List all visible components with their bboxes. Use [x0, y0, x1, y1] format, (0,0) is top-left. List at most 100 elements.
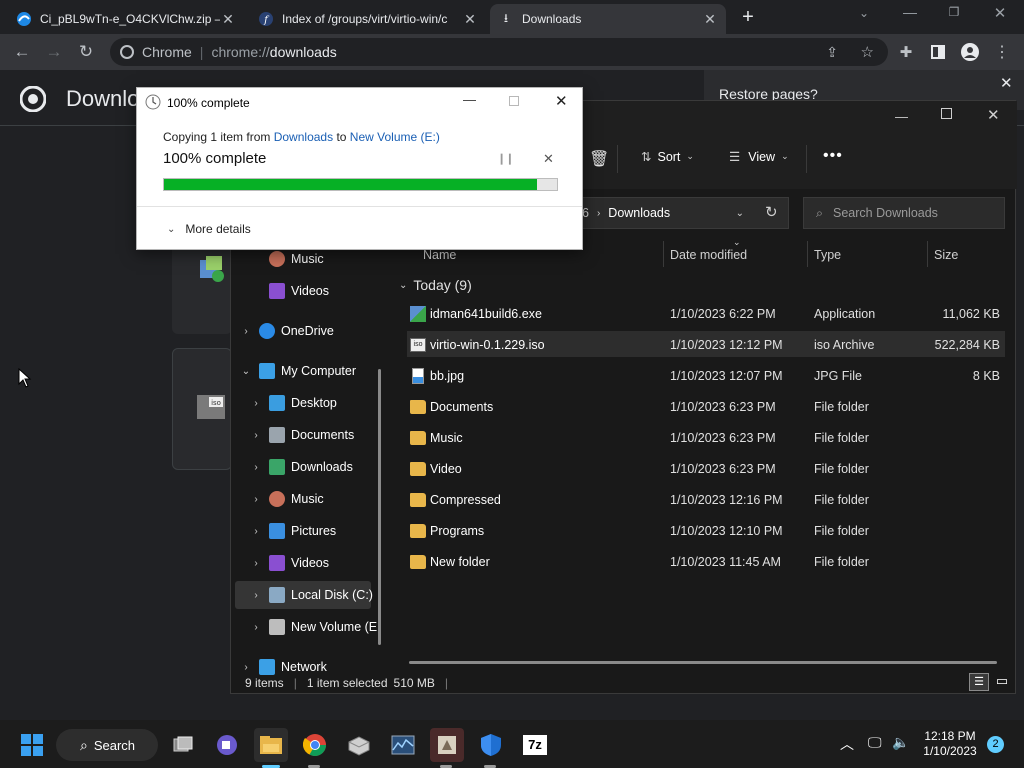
nav-item[interactable]: › Local Disk (C:)	[249, 581, 373, 609]
view-button[interactable]: ☰ View ⌄	[729, 149, 789, 165]
teams-chat-icon[interactable]	[210, 728, 244, 762]
tab-search-chevron-icon[interactable]: ⌄	[852, 6, 876, 26]
chevron-right-icon[interactable]: ›	[249, 462, 263, 473]
volume-icon[interactable]: 🔈	[892, 734, 909, 751]
chevron-right-icon[interactable]: ›	[249, 494, 263, 505]
divider[interactable]	[663, 241, 664, 267]
source-link[interactable]: Downloads	[274, 130, 333, 144]
close-icon[interactable]: ✕	[1000, 74, 1013, 92]
chevron-down-icon[interactable]: ⌄	[736, 208, 744, 219]
resource-monitor-icon[interactable]	[386, 728, 420, 762]
app-window-icon[interactable]	[430, 728, 464, 762]
nav-item[interactable]: ⌄ My Computer	[239, 357, 356, 385]
chevron-right-icon[interactable]: ›	[249, 526, 263, 537]
file-row[interactable]: Music 1/10/2023 6:23 PM File folder	[408, 424, 1004, 452]
package-app-icon[interactable]	[342, 728, 376, 762]
nav-item[interactable]: › Network	[239, 653, 327, 681]
taskbar-search[interactable]: ⌕ Search	[56, 729, 158, 761]
restore-button[interactable]: ❐	[942, 5, 966, 25]
pause-icon[interactable]: ❙❙	[497, 152, 514, 165]
nav-item[interactable]: › New Volume (E	[249, 613, 377, 641]
chrome-taskbar-icon[interactable]	[298, 728, 332, 762]
close-window-button[interactable]: ✕	[987, 106, 1000, 124]
nav-item[interactable]: › Pictures	[249, 517, 336, 545]
chevron-right-icon[interactable]: ›	[249, 398, 263, 409]
file-row[interactable]: Documents 1/10/2023 6:23 PM File folder	[408, 393, 1004, 421]
nav-item[interactable]: › Desktop	[249, 389, 337, 417]
tiles-view-icon[interactable]: ▭	[993, 673, 1011, 691]
close-icon[interactable]: ✕	[702, 11, 718, 28]
sort-button[interactable]: ⇅ Sort ⌄	[641, 149, 694, 165]
file-row[interactable]: Video 1/10/2023 6:23 PM File folder	[408, 455, 1004, 483]
file-row[interactable]: bb.jpg 1/10/2023 12:07 PM JPG File 8 KB	[408, 362, 1004, 390]
nav-item[interactable]: › Music	[249, 485, 324, 513]
close-window-button[interactable]: ✕	[555, 92, 568, 110]
file-explorer-taskbar-icon[interactable]	[254, 728, 288, 762]
nav-item[interactable]: › OneDrive	[239, 317, 334, 345]
cancel-icon[interactable]: ✕	[543, 151, 554, 167]
delete-icon[interactable]: 🗑	[589, 149, 609, 169]
file-row[interactable]: iso virtio-win-0.1.229.iso 1/10/2023 12:12…	[408, 331, 1004, 359]
nav-item[interactable]: Videos	[249, 277, 329, 305]
network-icon[interactable]: 🖵	[868, 734, 882, 751]
profile-icon[interactable]	[956, 34, 984, 70]
destination-link[interactable]: New Volume (E:)	[350, 130, 440, 144]
file-row[interactable]: idman641build6.exe 1/10/2023 6:22 PM Appli…	[408, 300, 1004, 328]
tray-overflow-chevron-icon[interactable]: ︿	[840, 734, 854, 754]
share-icon[interactable]: ⇪	[826, 44, 838, 61]
maximize-button[interactable]	[941, 108, 952, 119]
column-date[interactable]: Date modified	[670, 248, 747, 262]
details-view-icon[interactable]: ☰	[969, 673, 989, 691]
minimize-button[interactable]: —	[898, 4, 922, 24]
column-name[interactable]: Name	[423, 248, 456, 262]
column-size[interactable]: Size	[934, 248, 958, 262]
nav-scrollbar[interactable]	[378, 369, 381, 645]
clock[interactable]: 12:18 PM 1/10/2023	[918, 729, 982, 759]
chevron-right-icon[interactable]: ›	[239, 662, 253, 673]
horizontal-scrollbar[interactable]	[409, 661, 997, 664]
file-row[interactable]: Programs 1/10/2023 12:10 PM File folder	[408, 517, 1004, 545]
search-input[interactable]: ⌕ Search Downloads	[803, 197, 1005, 229]
refresh-icon[interactable]: ↻	[765, 203, 778, 221]
divider[interactable]	[807, 241, 808, 267]
more-options-icon[interactable]: •••	[823, 147, 843, 165]
more-details-button[interactable]: ⌄ More details	[167, 222, 251, 236]
minimize-button[interactable]: —	[895, 109, 908, 124]
start-button[interactable]	[15, 728, 49, 762]
chevron-right-icon[interactable]: ›	[249, 558, 263, 569]
divider[interactable]	[927, 241, 928, 267]
close-icon[interactable]: ✕	[462, 11, 478, 28]
reload-icon[interactable]: ↻	[72, 34, 100, 70]
tab-virtio-index[interactable]: f Index of /groups/virt/virtio-win/c ✕	[250, 4, 486, 34]
close-icon[interactable]: ✕	[220, 11, 236, 28]
address-breadcrumb[interactable]: 6 › Downloads ⌄	[571, 197, 789, 229]
file-row[interactable]: New folder 1/10/2023 11:45 AM File folder	[408, 548, 1004, 576]
close-window-button[interactable]: ✕	[988, 4, 1012, 24]
forward-icon[interactable]: →	[40, 34, 68, 70]
tab-zip-download[interactable]: Ci_pBL9wTn-e_O4CKVlChw.zip — ✕	[8, 4, 244, 34]
nav-item[interactable]: › Videos	[249, 549, 329, 577]
address-bar[interactable]: Chrome | chrome:// downloads ⇪ ☆	[110, 38, 888, 66]
extensions-icon[interactable]: ✚	[892, 34, 920, 70]
tab-downloads[interactable]: ⭳ Downloads ✕	[490, 4, 726, 34]
nav-item[interactable]: › Documents	[249, 421, 354, 449]
nav-item[interactable]: › Downloads	[249, 453, 353, 481]
side-panel-icon[interactable]	[924, 34, 952, 70]
chevron-right-icon[interactable]: ›	[249, 590, 263, 601]
bookmark-star-icon[interactable]: ☆	[861, 43, 874, 61]
task-view-icon[interactable]	[166, 728, 200, 762]
defender-shield-icon[interactable]	[474, 728, 508, 762]
chevron-right-icon[interactable]: ›	[249, 430, 263, 441]
column-type[interactable]: Type	[814, 248, 841, 262]
7zip-icon[interactable]: 7z	[518, 728, 552, 762]
new-tab-button[interactable]: +	[736, 6, 760, 30]
file-row[interactable]: Compressed 1/10/2023 12:16 PM File folder	[408, 486, 1004, 514]
chevron-right-icon[interactable]: ›	[249, 622, 263, 633]
notification-badge[interactable]: 2	[987, 736, 1004, 753]
menu-kebab-icon[interactable]: ⋮	[988, 34, 1016, 70]
back-icon[interactable]: ←	[8, 34, 36, 70]
minimize-button[interactable]: —	[463, 92, 476, 107]
chevron-right-icon[interactable]: ›	[239, 326, 253, 337]
group-header-today[interactable]: ⌄ Today (9)	[399, 277, 472, 293]
chevron-down-icon[interactable]: ⌄	[239, 366, 253, 377]
